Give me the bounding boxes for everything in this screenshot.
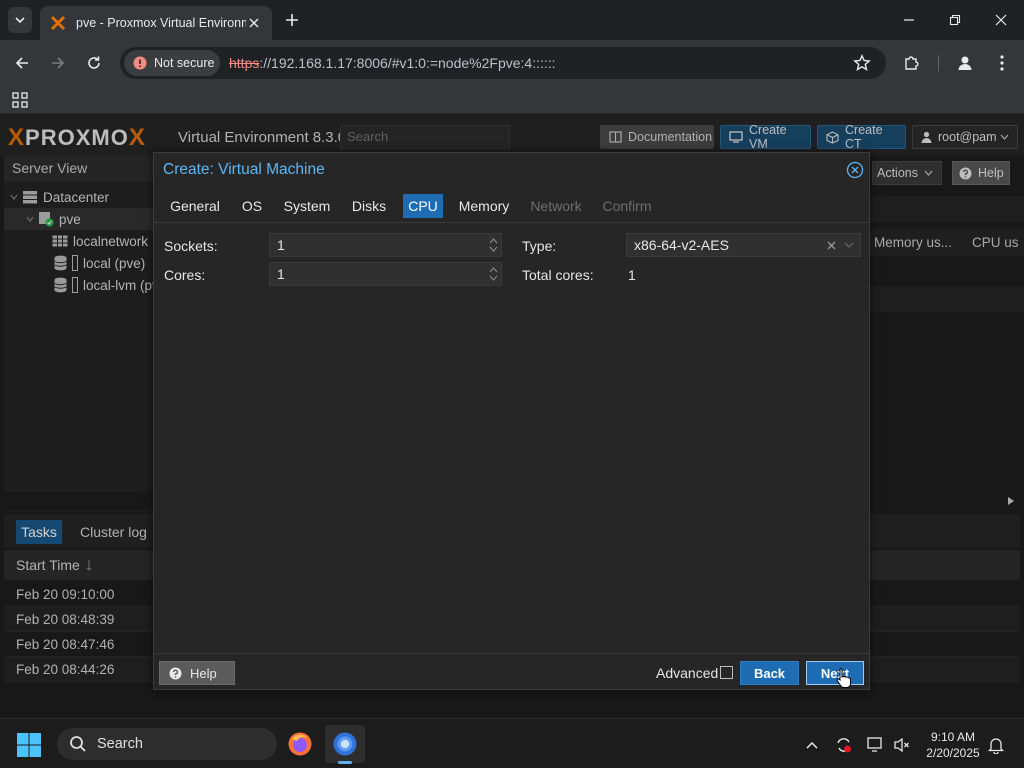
browser-tab-active[interactable]: pve - Proxmox Virtual Environm [40,6,272,40]
spinner-arrows-icon[interactable] [485,234,501,256]
url-rest: ://192.168.1.17:8006/#v1:0:=node%2Fpve:4… [259,55,556,71]
restore-button[interactable] [943,8,967,32]
dialog-title: Create: Virtual Machine [163,161,325,178]
restore-icon [949,14,961,26]
tab-memory[interactable]: Memory [454,194,514,218]
site-security-chip[interactable]: Not secure [124,50,220,76]
total-cores-label: Total cores: [522,267,594,283]
forward-nav-button[interactable] [46,51,70,75]
sockets-spinner[interactable]: 1 [269,233,502,257]
close-window-button[interactable] [989,8,1013,32]
chevron-down-icon [15,17,25,24]
tab-network: Network [530,198,582,214]
notifications-button[interactable] [986,735,1006,755]
minimize-button[interactable] [897,8,921,32]
extensions-button[interactable] [900,51,924,75]
reload-icon [88,56,100,69]
cores-value: 1 [277,266,285,282]
profile-button[interactable] [953,51,977,75]
sockets-value: 1 [277,237,285,253]
tray-overflow-button[interactable] [802,735,822,755]
dialog-help-label: Help [190,665,217,681]
search-icon [70,736,86,752]
volume-muted-icon [894,737,909,753]
reload-button[interactable] [82,51,106,75]
arrow-left-icon [15,57,28,69]
active-app-indicator [338,761,352,764]
url-scheme: https [229,55,260,71]
tab-cpu[interactable]: CPU [403,194,443,218]
close-circle-icon [846,161,864,179]
tab-search-button[interactable] [8,7,32,33]
taskbar-search-label: Search [97,736,143,752]
bell-icon [988,738,1004,754]
hand-pointer-cursor-icon [836,667,852,689]
windows-taskbar: Search 9:10 AM 2/20/2025 [0,718,1024,768]
back-button[interactable]: Back [740,661,799,685]
dialog-close-button[interactable] [846,161,864,179]
tab-os[interactable]: OS [236,194,268,218]
advanced-label: Advanced [656,665,719,681]
dialog-footer: Help Advanced Back Next [154,653,869,689]
total-cores-value: 1 [628,267,636,283]
advanced-checkbox[interactable] [720,666,733,679]
question-circle-icon [169,667,182,680]
wizard-tab-bar: General OS System Disks CPU Memory Netwo… [154,191,869,223]
security-label: Not secure [154,56,215,70]
minimize-icon [904,19,914,21]
taskbar-clock[interactable]: 9:10 AM 2/20/2025 [920,729,986,761]
cores-spinner[interactable]: 1 [269,262,502,286]
sockets-label: Sockets: [164,238,218,254]
arrow-right-icon [52,57,65,69]
bookmarks-bar [0,86,1024,114]
sync-icon [837,738,851,753]
taskbar-chrome[interactable] [325,725,365,763]
cpu-type-value: x86-64-v2-AES [634,237,729,253]
clock-time: 9:10 AM [930,730,976,744]
next-button[interactable]: Next [806,661,864,685]
clear-icon[interactable] [827,241,836,250]
tab-general[interactable]: General [164,194,226,218]
toolbar-divider [938,55,939,71]
start-button[interactable] [16,732,42,758]
cpu-type-combobox[interactable]: x86-64-v2-AES [626,233,861,257]
tray-sync-button[interactable] [834,735,854,755]
apps-grid-icon[interactable] [12,92,28,108]
taskbar-firefox[interactable] [280,725,320,763]
puzzle-icon [905,56,919,70]
tab-title: pve - Proxmox Virtual Environm [76,16,246,30]
display-icon [867,737,882,752]
tray-network-button[interactable] [866,735,886,755]
chevron-down-icon[interactable] [844,242,854,248]
warning-icon [133,56,147,70]
create-vm-dialog: Create: Virtual Machine General OS Syste… [153,152,870,690]
tab-disks[interactable]: Disks [346,194,392,218]
cores-label: Cores: [164,267,206,283]
dialog-help-button[interactable]: Help [159,661,235,685]
chevron-up-icon [806,741,818,749]
tab-system[interactable]: System [278,194,336,218]
chrome-icon [333,732,357,756]
firefox-icon [288,732,312,756]
chrome-menu-button[interactable] [990,51,1014,75]
tab-close-icon[interactable] [246,15,262,31]
bookmark-star-button[interactable] [850,51,874,75]
windows-logo-icon [17,733,41,757]
proxmox-favicon-icon [50,15,66,31]
clock-date: 2/20/2025 [926,746,980,760]
tray-volume-button[interactable] [892,735,912,755]
back-nav-button[interactable] [10,51,34,75]
star-icon [853,54,871,71]
close-icon [995,14,1007,26]
plus-icon [286,14,298,26]
type-label: Type: [522,238,557,254]
taskbar-search-box[interactable]: Search [57,728,277,760]
more-vert-icon [1000,55,1004,71]
new-tab-button[interactable] [282,10,302,30]
tab-confirm: Confirm [602,198,652,214]
profile-icon [958,56,972,70]
spinner-arrows-icon[interactable] [485,263,501,285]
url-text[interactable]: https://192.168.1.17:8006/#v1:0:=node%2F… [229,55,556,71]
